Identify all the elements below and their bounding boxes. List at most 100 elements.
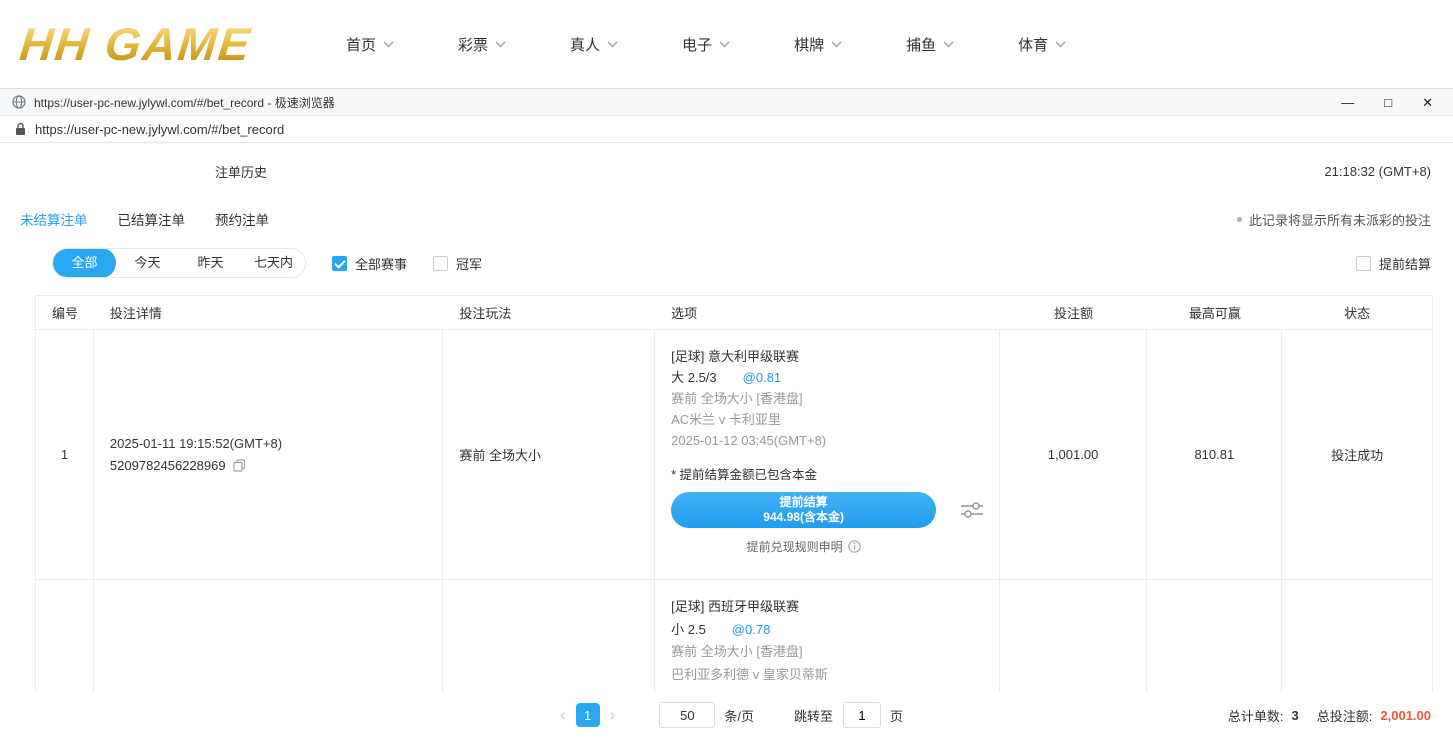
bet-option-cell: [足球] 西班牙甲级联赛 小 2.5 @0.78 赛前 全场大小 [香港盘] 巴… bbox=[655, 580, 1000, 692]
address-url[interactable]: https://user-pc-new.jylywl.com/#/bet_rec… bbox=[35, 122, 284, 137]
jump-to-label: 跳转至 bbox=[794, 706, 833, 725]
all-events-filter[interactable]: 全部赛事 bbox=[332, 254, 407, 273]
range-today[interactable]: 今天 bbox=[116, 248, 179, 278]
bet-detail-cell bbox=[94, 580, 444, 692]
early-settle-checkbox[interactable] bbox=[1356, 256, 1371, 271]
champion-filter[interactable]: 冠军 bbox=[433, 254, 482, 273]
nav-item-home[interactable]: 首页 bbox=[346, 34, 394, 55]
cashout-button-amount: 944.98(含本金) bbox=[763, 510, 844, 525]
filter-row: 全部 今天 昨天 七天内 全部赛事 冠军 提前结算 bbox=[0, 239, 1453, 287]
nav-item-label: 电子 bbox=[682, 34, 712, 55]
chevron-down-icon bbox=[495, 41, 506, 48]
nav-item-label: 棋牌 bbox=[794, 34, 824, 55]
nav-item-slots[interactable]: 电子 bbox=[682, 34, 730, 55]
maximize-button[interactable]: □ bbox=[1384, 96, 1392, 109]
cashout-rules-link[interactable]: 提前兑现规则申明 bbox=[671, 538, 936, 555]
bet-amount: 1,001.00 bbox=[1000, 330, 1148, 579]
status-badge: 投注成功 bbox=[1282, 330, 1432, 579]
chevron-down-icon bbox=[943, 41, 954, 48]
chevron-down-icon bbox=[831, 41, 842, 48]
lock-icon[interactable] bbox=[15, 122, 26, 136]
pick-line: 大 2.5/3 @0.81 bbox=[671, 367, 999, 388]
window-controls: — □ ✕ bbox=[1341, 96, 1441, 109]
server-time: 21:18:32 (GMT+8) bbox=[1324, 164, 1431, 179]
chevron-down-icon bbox=[383, 41, 394, 48]
info-icon[interactable] bbox=[848, 540, 861, 553]
main-menu: 首页 彩票 真人 电子 棋牌 捕鱼 体育 bbox=[346, 34, 1066, 55]
status-badge bbox=[1282, 580, 1432, 692]
nav-item-fishing[interactable]: 捕鱼 bbox=[906, 34, 954, 55]
tab-settled[interactable]: 已结算注单 bbox=[118, 209, 186, 229]
col-header-no: 编号 bbox=[36, 303, 94, 322]
total-count-label: 总计单数: bbox=[1228, 706, 1284, 725]
note-dot-icon bbox=[1237, 217, 1242, 222]
tab-reserved[interactable]: 预约注单 bbox=[215, 209, 269, 229]
col-header-detail: 投注详情 bbox=[94, 303, 444, 322]
page-header: 注单历史 21:18:32 (GMT+8) bbox=[0, 143, 1453, 199]
per-page-input[interactable] bbox=[659, 702, 715, 728]
jump-unit-label: 页 bbox=[890, 706, 903, 725]
current-page-button[interactable]: 1 bbox=[576, 703, 600, 727]
browser-addressbar[interactable]: https://user-pc-new.jylywl.com/#/bet_rec… bbox=[0, 116, 1453, 143]
total-bet-value: 2,001.00 bbox=[1380, 708, 1431, 723]
bet-detail-cell: 2025-01-11 19:15:52(GMT+8) 5209782456228… bbox=[94, 330, 444, 579]
nav-item-cards[interactable]: 棋牌 bbox=[794, 34, 842, 55]
nav-item-label: 首页 bbox=[346, 34, 376, 55]
total-bet-label: 总投注额: bbox=[1317, 706, 1373, 725]
match-time: 2025-01-12 03:45(GMT+8) bbox=[671, 430, 999, 451]
range-all[interactable]: 全部 bbox=[53, 248, 116, 278]
col-header-play: 投注玩法 bbox=[443, 303, 655, 322]
odds-value: @0.81 bbox=[743, 367, 782, 388]
date-range-group: 全部 今天 昨天 七天内 bbox=[52, 248, 306, 278]
pick-line: 小 2.5 @0.78 bbox=[671, 619, 999, 642]
globe-icon bbox=[12, 95, 26, 109]
cashout-settings-slider-icon[interactable] bbox=[960, 501, 984, 519]
bet-id-text: 5209782456228969 bbox=[110, 455, 226, 477]
pick-selection: 大 2.5/3 bbox=[671, 367, 717, 388]
pagination-bar: ‹ 1 › 条/页 跳转至 页 总计单数: 3 总投注额: 2,001.00 bbox=[0, 692, 1453, 738]
copy-icon[interactable] bbox=[233, 459, 246, 472]
early-settle-label: 提前结算 bbox=[1379, 254, 1431, 273]
league-name: [足球] 意大利甲级联赛 bbox=[671, 346, 999, 367]
table-row: 1 2025-01-11 19:15:52(GMT+8) 52097824562… bbox=[36, 330, 1432, 580]
nav-item-live[interactable]: 真人 bbox=[570, 34, 618, 55]
next-page-icon[interactable]: › bbox=[610, 705, 616, 725]
pick-selection: 小 2.5 bbox=[671, 619, 706, 642]
all-events-label: 全部赛事 bbox=[355, 254, 407, 273]
match-teams: 巴利亚多利德 v 皇家贝蒂斯 bbox=[671, 664, 999, 687]
nav-item-lottery[interactable]: 彩票 bbox=[458, 34, 506, 55]
bet-time-text: 2025-01-11 19:15:52(GMT+8) bbox=[110, 433, 282, 455]
bet-play-cell bbox=[443, 580, 655, 692]
all-events-checkbox[interactable] bbox=[332, 256, 347, 271]
early-settle-filter[interactable]: 提前结算 bbox=[1356, 254, 1431, 273]
window-title: https://user-pc-new.jylywl.com/#/bet_rec… bbox=[34, 94, 335, 111]
market-type: 赛前 全场大小 [香港盘] bbox=[671, 641, 999, 664]
jump-page-input[interactable] bbox=[843, 702, 881, 728]
bet-amount bbox=[1000, 580, 1148, 692]
per-page-label: 条/页 bbox=[724, 706, 754, 725]
max-win: 810.81 bbox=[1147, 330, 1282, 579]
nav-item-sports[interactable]: 体育 bbox=[1018, 34, 1066, 55]
site-logo[interactable]: HH GAME bbox=[17, 17, 303, 71]
tab-unsettled[interactable]: 未结算注单 bbox=[20, 209, 88, 229]
minimize-button[interactable]: — bbox=[1341, 96, 1354, 109]
chevron-down-icon bbox=[607, 41, 618, 48]
cashout-button-label: 提前结算 bbox=[780, 495, 828, 510]
prev-page-icon[interactable]: ‹ bbox=[560, 705, 566, 725]
cashout-rules-text: 提前兑现规则申明 bbox=[747, 538, 843, 555]
browser-titlebar: https://user-pc-new.jylywl.com/#/bet_rec… bbox=[0, 88, 1453, 116]
tabs-note-text: 此记录将显示所有未派彩的投注 bbox=[1249, 210, 1431, 229]
champion-checkbox[interactable] bbox=[433, 256, 448, 271]
range-yesterday[interactable]: 昨天 bbox=[179, 248, 242, 278]
col-header-amount: 投注额 bbox=[1000, 303, 1148, 322]
cashout-button[interactable]: 提前结算 944.98(含本金) bbox=[671, 492, 936, 528]
close-button[interactable]: ✕ bbox=[1422, 96, 1433, 109]
cashout-row: 提前结算 944.98(含本金) bbox=[671, 492, 999, 528]
nav-item-label: 体育 bbox=[1018, 34, 1048, 55]
odds-value: @0.78 bbox=[732, 619, 771, 642]
chevron-down-icon bbox=[1055, 41, 1066, 48]
range-seven-days[interactable]: 七天内 bbox=[242, 248, 305, 278]
totals-summary: 总计单数: 3 总投注额: 2,001.00 bbox=[1228, 706, 1431, 725]
total-count-value: 3 bbox=[1292, 708, 1299, 723]
col-header-maxwin: 最高可赢 bbox=[1147, 303, 1282, 322]
